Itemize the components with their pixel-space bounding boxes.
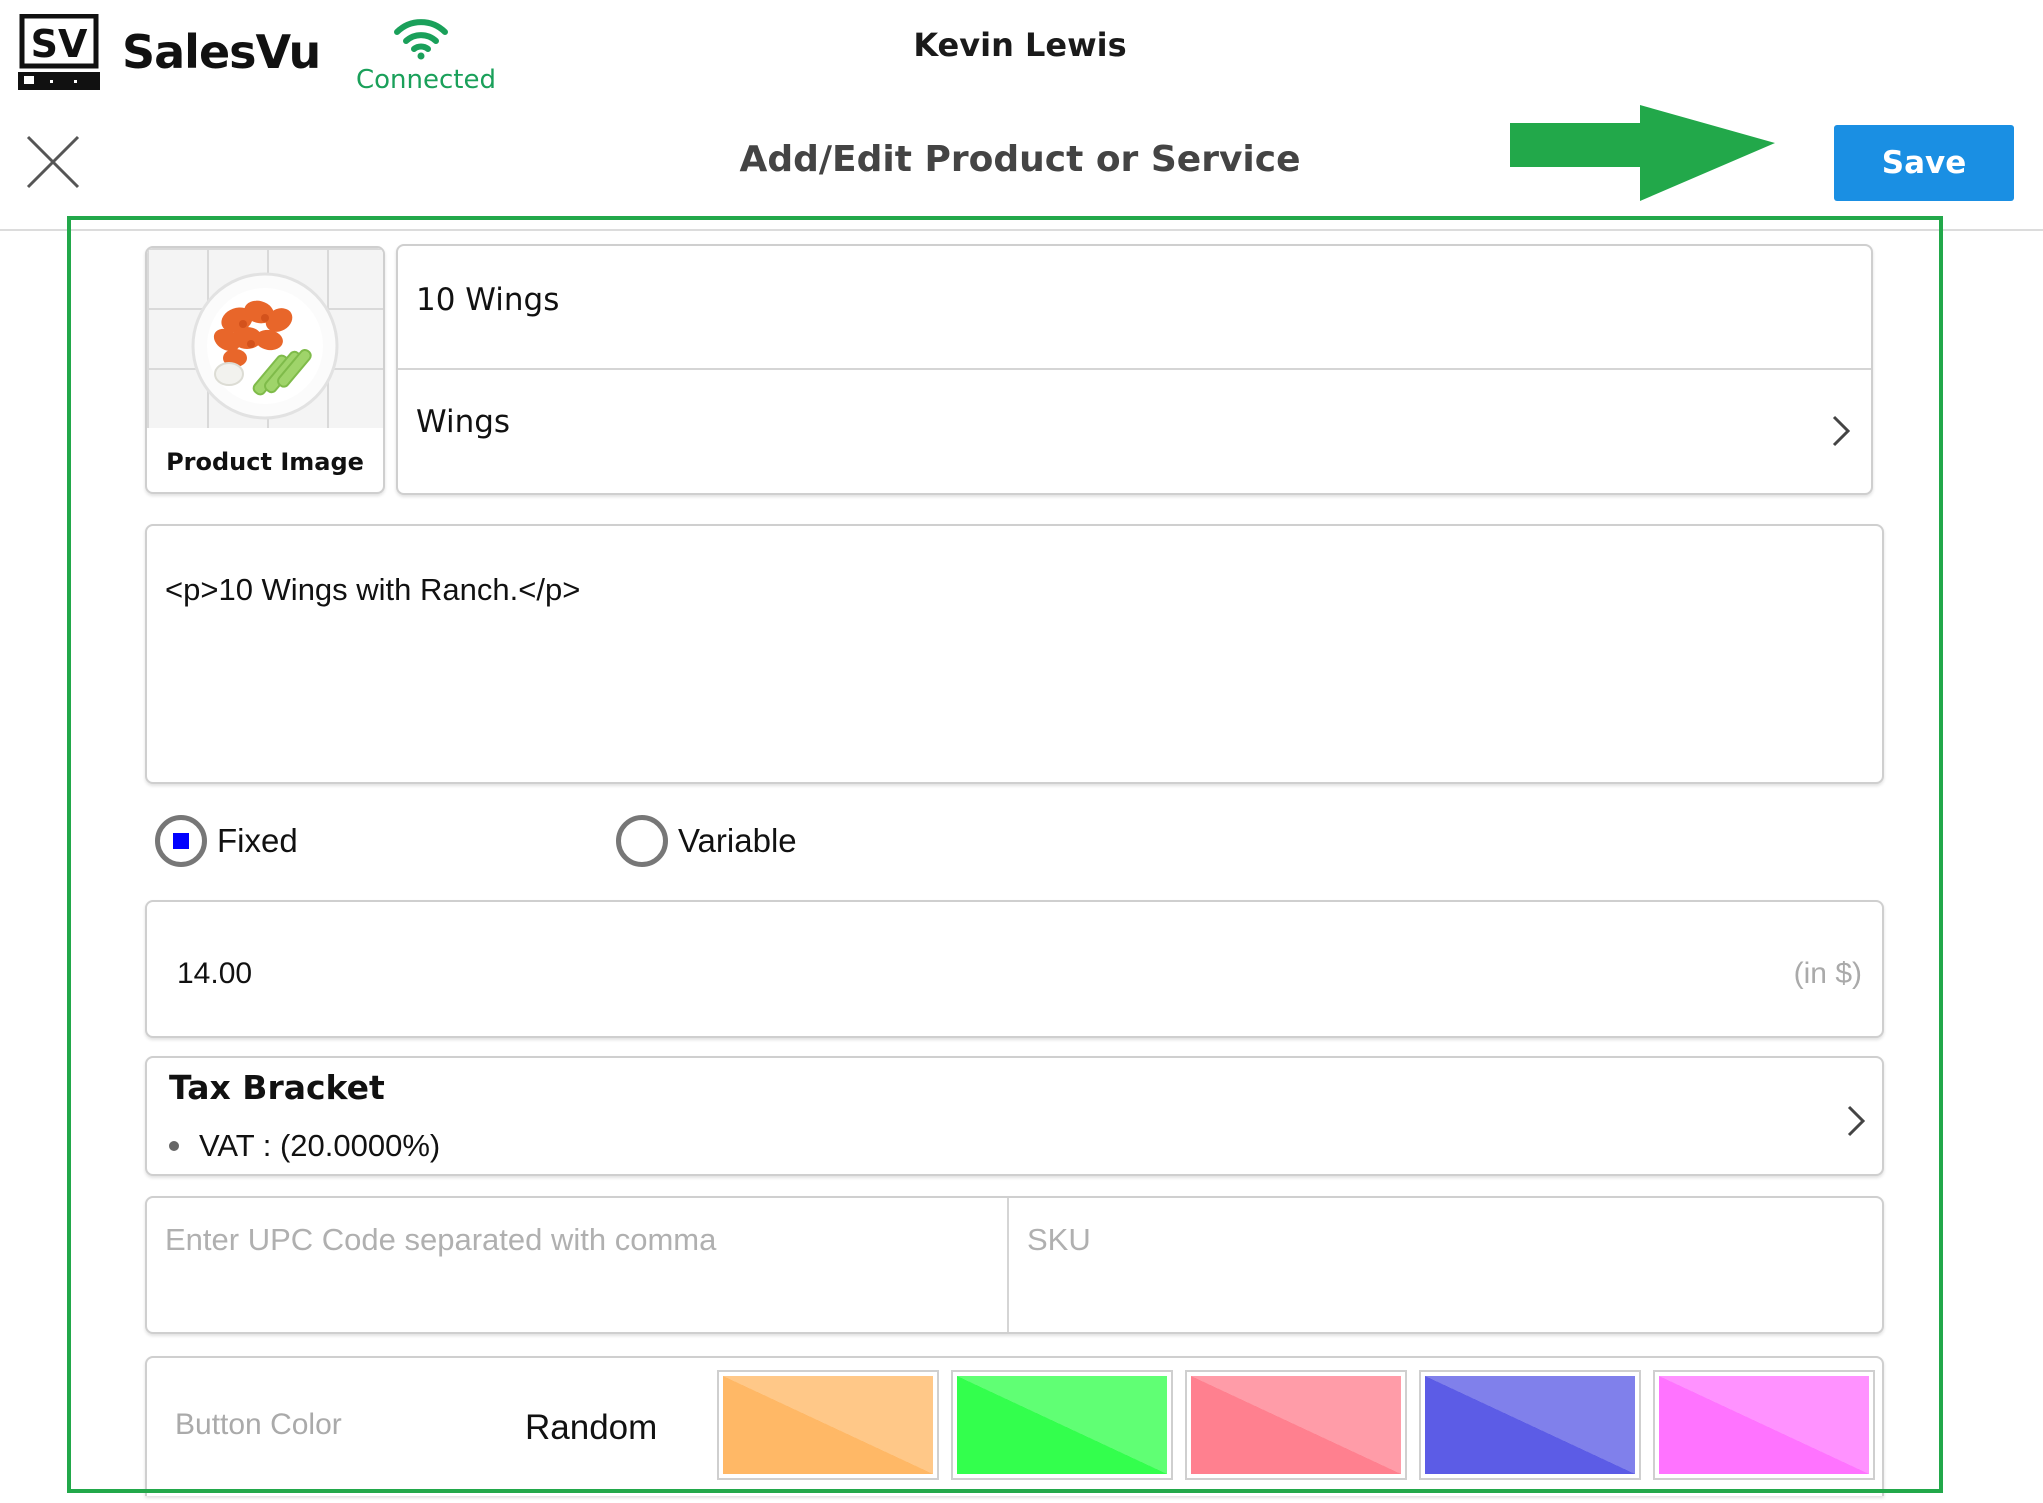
radio-fixed[interactable]: Fixed	[155, 815, 298, 867]
connection-status: Connected	[356, 16, 497, 95]
sku-input[interactable]	[1009, 1198, 1882, 1332]
color-swatch-magenta[interactable]	[1655, 1372, 1873, 1478]
category-selector[interactable]: Wings	[398, 370, 1871, 493]
connection-label: Connected	[356, 65, 497, 95]
tax-bracket-selector[interactable]: Tax Bracket VAT : (20.0000%)	[145, 1056, 1884, 1176]
color-swatch-blue[interactable]	[1421, 1372, 1639, 1478]
radio-variable-label: Variable	[678, 822, 797, 859]
chevron-right-icon	[1832, 415, 1851, 447]
radio-variable-indicator	[616, 815, 668, 867]
tax-bracket-value: VAT : (20.0000%)	[199, 1128, 441, 1163]
description-field[interactable]: <p>10 Wings with Ranch.</p>	[145, 524, 1884, 784]
price-unit: (in $)	[1793, 957, 1862, 990]
color-swatch-green[interactable]	[953, 1372, 1171, 1478]
close-icon	[26, 135, 80, 189]
price-value: 14.00	[177, 957, 253, 990]
product-image-card[interactable]: Product Image	[145, 246, 385, 494]
close-button[interactable]	[22, 131, 84, 193]
brand-logo: SV SalesVu	[18, 14, 321, 90]
product-image-label: Product Image	[166, 448, 364, 476]
radio-variable[interactable]: Variable	[616, 815, 797, 867]
page-title: Add/Edit Product or Service	[739, 139, 1301, 180]
page-header: Add/Edit Product or Service Save	[0, 105, 2043, 231]
radio-fixed-label: Fixed	[217, 822, 298, 859]
product-image	[147, 248, 383, 428]
tax-bracket-title: Tax Bracket	[169, 1068, 385, 1107]
salesvu-logo-icon: SV	[18, 14, 100, 90]
product-name-value: 10 Wings	[416, 282, 560, 318]
save-button[interactable]: Save	[1834, 125, 2014, 201]
tax-bracket-item: VAT : (20.0000%)	[169, 1128, 440, 1164]
swatch-sheen	[1425, 1376, 1635, 1474]
swatch-sheen	[957, 1376, 1167, 1474]
button-color-label: Button Color	[175, 1408, 342, 1441]
swatch-sheen	[723, 1376, 933, 1474]
button-color-card: Button Color Random	[145, 1356, 1884, 1496]
brand-name: SalesVu	[122, 25, 321, 79]
user-name: Kevin Lewis	[913, 26, 1127, 64]
wifi-icon	[394, 19, 448, 60]
product-name-field[interactable]: 10 Wings	[398, 246, 1871, 370]
bullet-icon	[169, 1141, 179, 1151]
color-swatch-orange[interactable]	[719, 1372, 937, 1478]
swatch-sheen	[1659, 1376, 1869, 1474]
name-category-card: 10 Wings Wings	[396, 244, 1873, 495]
price-field[interactable]: 14.00 (in $)	[145, 900, 1884, 1038]
category-value: Wings	[416, 404, 511, 440]
random-color-option[interactable]: Random	[525, 1408, 657, 1448]
codes-card	[145, 1196, 1884, 1334]
wings-plate-image	[191, 272, 339, 420]
arrow-right-icon	[1510, 105, 1775, 201]
logo-mark-text: SV	[31, 22, 88, 66]
description-value: <p>10 Wings with Ranch.</p>	[165, 572, 581, 607]
upc-input[interactable]	[147, 1198, 1007, 1332]
swatch-sheen	[1191, 1376, 1401, 1474]
top-bar: SV SalesVu Connected Kevin Lewis	[0, 0, 2043, 105]
color-swatch-pink[interactable]	[1187, 1372, 1405, 1478]
chevron-right-icon	[1847, 1105, 1866, 1137]
radio-fixed-indicator	[155, 815, 207, 867]
